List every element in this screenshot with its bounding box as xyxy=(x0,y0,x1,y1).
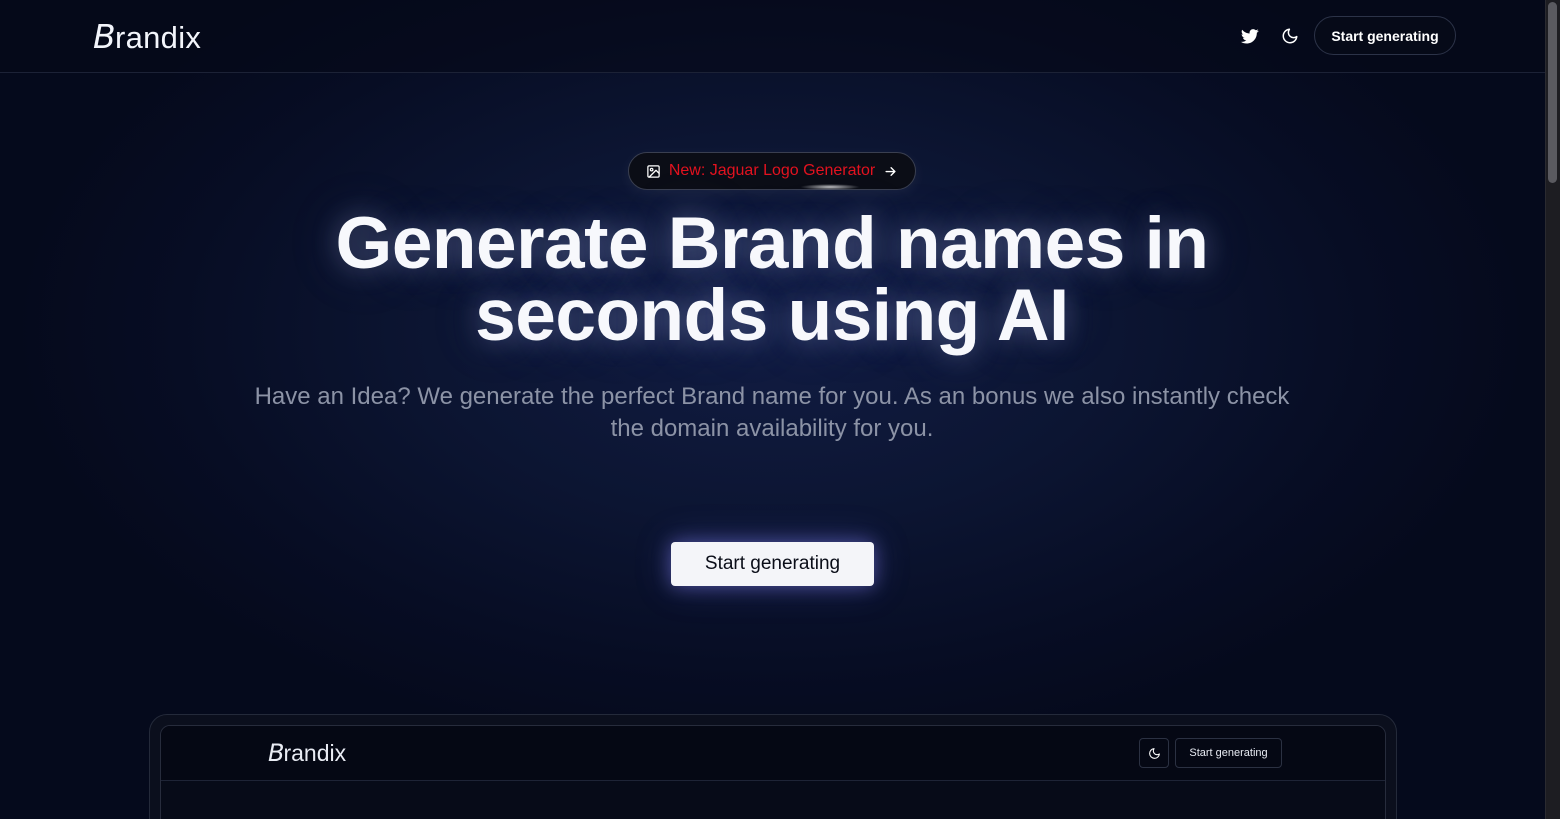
scrollbar-thumb[interactable] xyxy=(1548,2,1557,183)
logo-text: randix xyxy=(114,20,202,55)
hero-title-line-2: seconds using AI xyxy=(475,275,1069,356)
logo-initial: B xyxy=(93,17,116,56)
badge-text: New: Jaguar Logo Generator xyxy=(668,162,876,179)
hero-title: Generate Brand names in seconds using AI xyxy=(200,203,1344,356)
app-preview-screen: Brandix Start generating xyxy=(160,725,1386,819)
hero-title-line-1: Generate Brand names in xyxy=(335,203,1209,284)
preview-brand-logo: Brandix xyxy=(268,739,346,767)
preview-logo-initial: B xyxy=(268,739,285,767)
hero-subtitle: Have an Idea? We generate the perfect Br… xyxy=(254,383,1290,442)
preview-start-generating-button[interactable]: Start generating xyxy=(1175,738,1282,768)
preview-moon-icon[interactable] xyxy=(1139,738,1169,768)
badge-glow xyxy=(800,184,860,190)
preview-logo-text: randix xyxy=(283,740,347,766)
brand-logo[interactable]: Brandix xyxy=(93,17,201,56)
landing-page: Brandix Start generating New: Jaguar Log… xyxy=(0,0,1560,819)
hero-start-generating-button[interactable]: Start generating xyxy=(671,542,874,586)
moon-icon[interactable] xyxy=(1278,24,1302,48)
arrow-right-icon xyxy=(883,164,898,179)
announcement-badge[interactable]: New: Jaguar Logo Generator xyxy=(628,152,916,190)
preview-navbar: Brandix Start generating xyxy=(161,726,1385,781)
twitter-icon[interactable] xyxy=(1238,24,1262,48)
header-start-generating-button[interactable]: Start generating xyxy=(1314,16,1456,55)
image-icon xyxy=(646,164,661,179)
top-navbar: Brandix Start generating xyxy=(0,0,1545,73)
